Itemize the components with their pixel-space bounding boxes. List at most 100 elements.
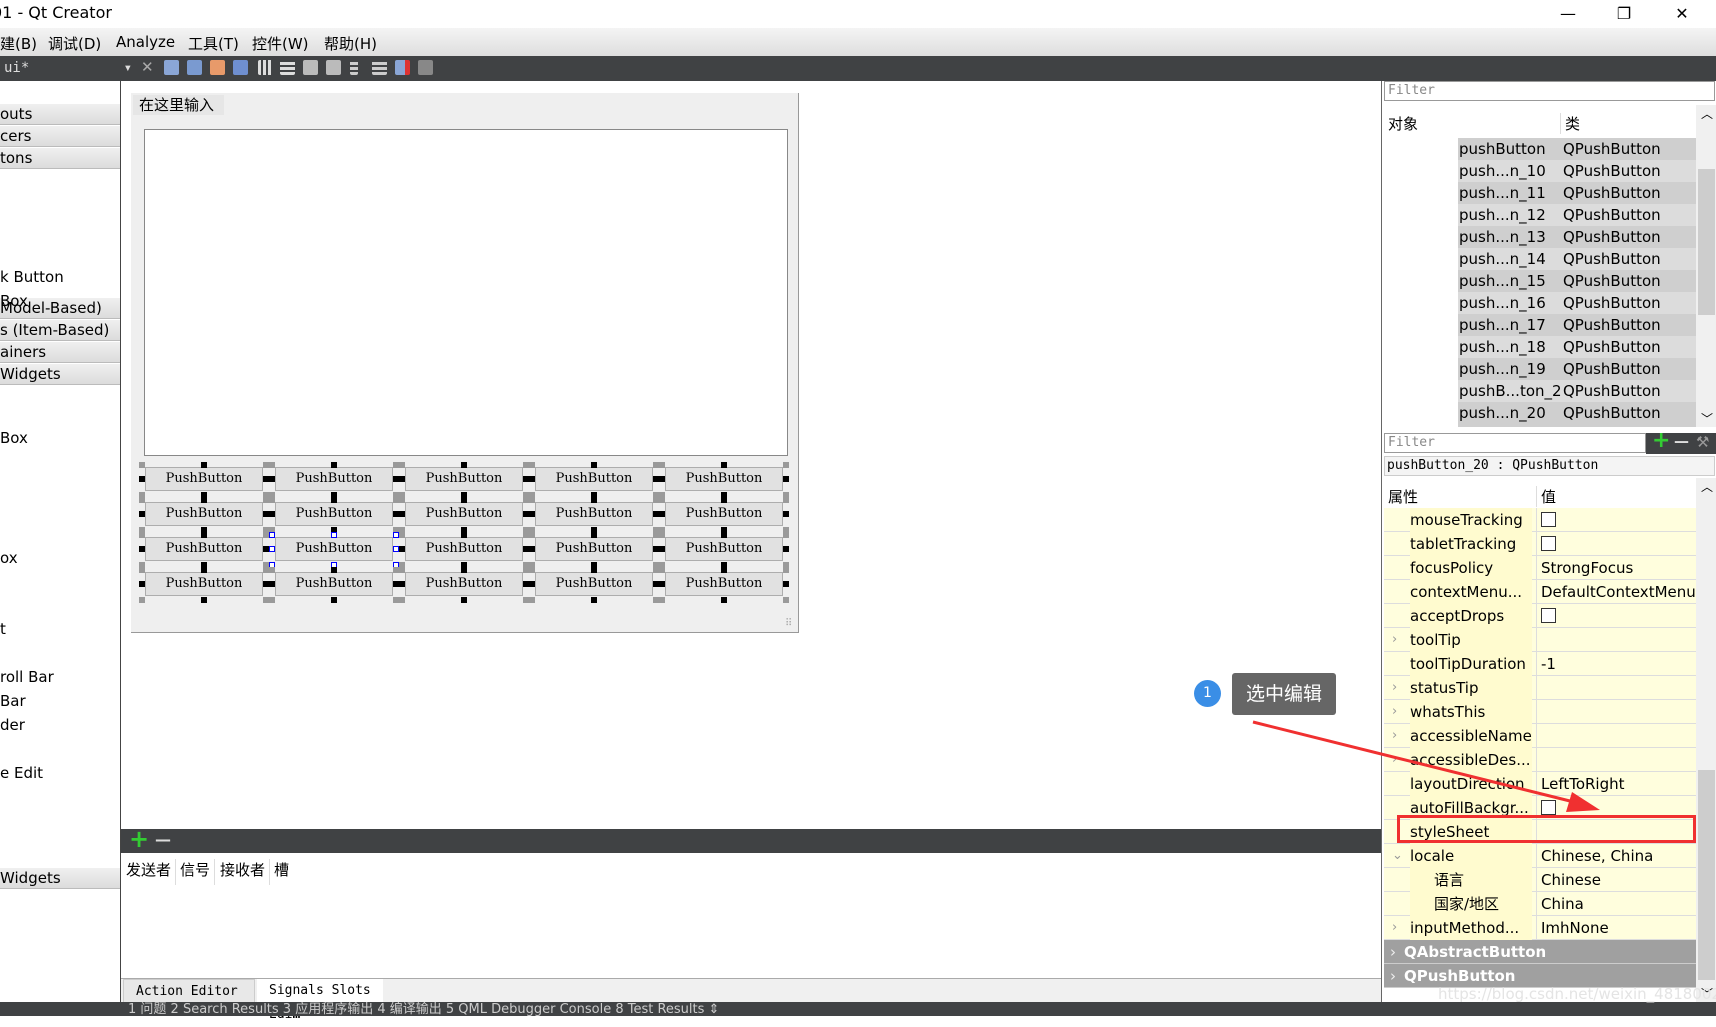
sidebar-widget-item[interactable]: k Button bbox=[0, 268, 64, 286]
selection-handle[interactable] bbox=[399, 476, 405, 482]
selection-handle[interactable] bbox=[659, 497, 665, 503]
push-button[interactable]: PushButton bbox=[405, 502, 523, 526]
object-row[interactable]: pushButton QPushButton bbox=[1458, 138, 1697, 160]
push-button[interactable]: PushButton bbox=[535, 502, 653, 526]
menu-build[interactable]: 建(B) bbox=[0, 33, 37, 54]
property-value[interactable]: Chinese bbox=[1536, 868, 1601, 892]
object-row[interactable]: push...n_12 QPushButton bbox=[1458, 204, 1697, 226]
layout-vertical-icon[interactable] bbox=[280, 60, 295, 75]
sidebar-widget-item[interactable]: t bbox=[0, 620, 6, 638]
selection-handle[interactable] bbox=[399, 597, 405, 603]
selection-handle[interactable] bbox=[139, 546, 145, 552]
sidebar-widget-item[interactable]: roll Bar bbox=[0, 668, 54, 686]
selection-handle[interactable] bbox=[139, 581, 145, 587]
selection-handle[interactable] bbox=[461, 597, 467, 603]
push-button[interactable]: PushButton bbox=[535, 467, 653, 491]
object-row[interactable]: push...n_14 QPushButton bbox=[1458, 248, 1697, 270]
minimize-button[interactable]: — bbox=[1540, 0, 1596, 28]
selection-handle[interactable] bbox=[659, 581, 665, 587]
menu-analyze[interactable]: Analyze bbox=[116, 33, 175, 51]
selection-handle[interactable] bbox=[269, 476, 275, 482]
selection-handle[interactable] bbox=[721, 532, 727, 538]
break-layout-icon[interactable] bbox=[395, 60, 410, 75]
selection-handle[interactable] bbox=[269, 597, 275, 603]
push-button[interactable]: PushButton bbox=[665, 537, 783, 561]
remove-connection-button[interactable]: — bbox=[155, 830, 171, 849]
selection-handle[interactable] bbox=[783, 511, 789, 517]
object-row[interactable]: push...n_17 QPushButton bbox=[1458, 314, 1697, 336]
property-value[interactable] bbox=[1536, 724, 1541, 748]
property-value[interactable]: -1 bbox=[1536, 652, 1556, 676]
property-row[interactable]: › accessibleDes... bbox=[1384, 748, 1696, 772]
output-pane-tabs[interactable]: 1 问题 2 Search Results 3 应用程序输出 4 编译输出 5 … bbox=[128, 1002, 719, 1016]
object-row[interactable]: push...n_18 QPushButton bbox=[1458, 336, 1697, 358]
property-value[interactable]: China bbox=[1536, 892, 1584, 916]
sidebar-category[interactable]: tons bbox=[0, 148, 120, 169]
selection-handle[interactable] bbox=[201, 567, 207, 573]
selection-handle[interactable] bbox=[659, 511, 665, 517]
selection-handle[interactable] bbox=[139, 597, 145, 603]
layout-splitter-v-icon[interactable] bbox=[326, 60, 341, 75]
push-button[interactable]: PushButton bbox=[145, 572, 263, 596]
push-button[interactable]: PushButton bbox=[535, 572, 653, 596]
sidebar-widget-item[interactable]: Bar bbox=[0, 692, 26, 710]
selection-handle[interactable] bbox=[659, 462, 665, 468]
object-row[interactable] bbox=[1458, 424, 1697, 427]
edit-tab-order-icon[interactable] bbox=[233, 60, 248, 75]
selection-handle[interactable] bbox=[201, 597, 207, 603]
property-value[interactable] bbox=[1536, 508, 1556, 532]
selection-handle[interactable] bbox=[783, 476, 789, 482]
selection-handle[interactable] bbox=[721, 567, 727, 573]
object-row[interactable]: push...n_13 QPushButton bbox=[1458, 226, 1697, 248]
maximize-button[interactable]: ❐ bbox=[1596, 0, 1652, 28]
push-button[interactable]: PushButton bbox=[405, 467, 523, 491]
selection-handle[interactable] bbox=[331, 532, 337, 538]
selection-handle[interactable] bbox=[399, 546, 405, 552]
edit-widgets-icon[interactable] bbox=[164, 60, 179, 75]
expand-arrow-icon[interactable]: ⌄ bbox=[1392, 844, 1403, 868]
property-row[interactable]: tabletTracking bbox=[1384, 532, 1696, 556]
property-value[interactable]: Chinese, China bbox=[1536, 844, 1653, 868]
expand-arrow-icon[interactable]: › bbox=[1392, 748, 1397, 772]
selection-handle[interactable] bbox=[591, 462, 597, 468]
object-row[interactable]: push...n_19 QPushButton bbox=[1458, 358, 1697, 380]
selection-handle[interactable] bbox=[659, 476, 665, 482]
selection-handle[interactable] bbox=[139, 567, 145, 573]
text-edit[interactable] bbox=[144, 129, 788, 456]
object-row[interactable]: push...n_10 QPushButton bbox=[1458, 160, 1697, 182]
property-filter-input[interactable]: Filter bbox=[1384, 433, 1646, 453]
sidebar-category[interactable]: Widgets bbox=[0, 364, 120, 385]
selection-handle[interactable] bbox=[529, 497, 535, 503]
property-row[interactable]: ⌄ locale Chinese, China bbox=[1384, 844, 1696, 868]
expand-arrow-icon[interactable]: › bbox=[1390, 964, 1396, 988]
push-button[interactable]: PushButton bbox=[405, 537, 523, 561]
push-button[interactable]: PushButton bbox=[665, 502, 783, 526]
scroll-up-icon[interactable]: ︿ bbox=[1701, 105, 1713, 122]
layout-horizontal-icon[interactable] bbox=[258, 60, 273, 75]
close-document-icon[interactable]: ✕ bbox=[141, 58, 154, 76]
object-filter-input[interactable]: Filter bbox=[1384, 81, 1715, 101]
menu-help[interactable]: 帮助(H) bbox=[324, 33, 377, 54]
selection-handle[interactable] bbox=[529, 476, 535, 482]
property-row[interactable]: › accessibleName bbox=[1384, 724, 1696, 748]
tab-signals-slots-editor[interactable]: Signals Slots Edi… bbox=[257, 979, 383, 1022]
selection-handle[interactable] bbox=[721, 497, 727, 503]
property-row[interactable]: › whatsThis bbox=[1384, 700, 1696, 724]
selection-handle[interactable] bbox=[659, 597, 665, 603]
selection-handle[interactable] bbox=[331, 567, 337, 573]
close-button[interactable]: ✕ bbox=[1654, 0, 1710, 28]
menu-debug[interactable]: 调试(D) bbox=[48, 33, 101, 54]
sidebar-widget-item[interactable]: Box bbox=[0, 429, 28, 447]
sidebar-category[interactable]: s (Item-Based) bbox=[0, 320, 120, 341]
checkbox[interactable] bbox=[1541, 512, 1556, 527]
selection-handle[interactable] bbox=[399, 581, 405, 587]
selection-handle[interactable] bbox=[529, 546, 535, 552]
class-col-header[interactable]: 类 bbox=[1560, 113, 1580, 134]
sidebar-category[interactable]: cers bbox=[0, 126, 120, 147]
object-row[interactable]: push...n_20 QPushButton bbox=[1458, 402, 1697, 424]
property-value[interactable] bbox=[1536, 748, 1541, 772]
push-button[interactable]: PushButton bbox=[275, 572, 393, 596]
selection-handle[interactable] bbox=[399, 462, 405, 468]
resize-grip-icon[interactable]: ⠿ bbox=[785, 618, 792, 629]
sidebar-category[interactable]: Widgets bbox=[0, 868, 120, 889]
